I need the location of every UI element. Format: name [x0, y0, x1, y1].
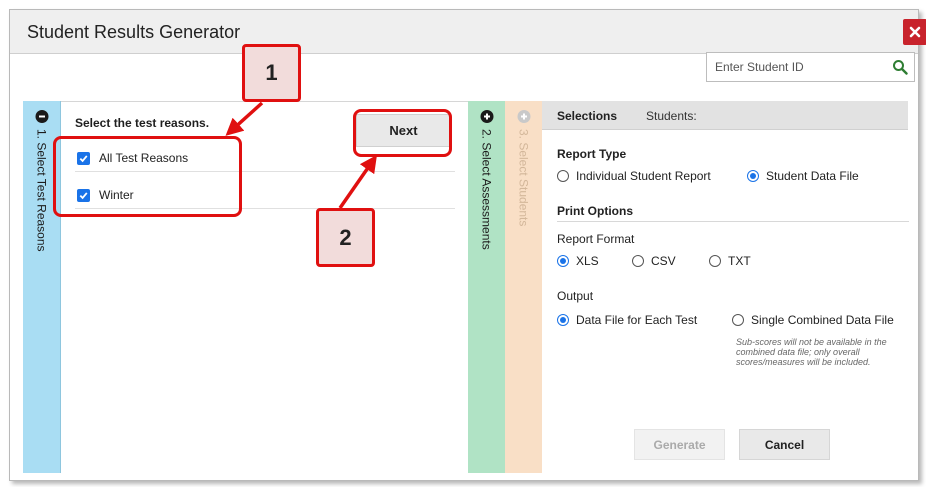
report-format-title: Report Format — [557, 232, 635, 246]
radio-selected-icon[interactable] — [557, 255, 569, 267]
generate-button[interactable]: Generate — [634, 429, 725, 460]
combined-file-note: Sub-scores will not be available in the … — [736, 337, 887, 367]
plus-circle-icon — [480, 110, 493, 123]
radio-label: Data File for Each Test — [576, 313, 698, 327]
close-icon — [909, 26, 921, 38]
callout-1: 1 — [242, 44, 301, 102]
radio-label: Individual Student Report — [576, 169, 711, 183]
print-options-title: Print Options — [557, 204, 633, 218]
dialog-title: Student Results Generator — [27, 22, 241, 42]
plus-circle-icon — [517, 110, 530, 123]
minus-circle-icon — [35, 110, 48, 123]
radio-label: Student Data File — [766, 169, 859, 183]
radio-unselected-icon[interactable] — [709, 255, 721, 267]
radio-student-data-file[interactable]: Student Data File — [747, 169, 859, 183]
radio-individual-student-report[interactable]: Individual Student Report — [557, 169, 711, 183]
highlight-test-reasons — [53, 136, 242, 217]
radio-unselected-icon[interactable] — [732, 314, 744, 326]
cancel-button[interactable]: Cancel — [739, 429, 830, 460]
radio-label: TXT — [728, 254, 751, 268]
tab-select-students[interactable]: 3. Select Students — [505, 101, 542, 473]
selections-title: Selections — [557, 109, 618, 123]
radio-format-csv[interactable]: CSV — [632, 254, 676, 268]
radio-selected-icon[interactable] — [747, 170, 759, 182]
tab-label: 2. Select Assessments — [479, 129, 494, 250]
highlight-next-button — [353, 109, 452, 157]
radio-unselected-icon[interactable] — [557, 170, 569, 182]
search-icon — [892, 60, 908, 75]
radio-single-combined-file[interactable]: Single Combined Data File — [732, 313, 894, 327]
callout-2: 2 — [316, 208, 375, 267]
selections-panel: Selections Students: Report Type Individ… — [542, 101, 909, 473]
section-divider — [557, 221, 909, 222]
radio-label: Single Combined Data File — [751, 313, 894, 327]
student-id-search-input[interactable] — [706, 52, 886, 82]
radio-data-file-each-test[interactable]: Data File for Each Test — [557, 313, 697, 327]
students-label: Students: — [646, 109, 697, 123]
output-title: Output — [557, 289, 594, 303]
tab-label: 1. Select Test Reasons — [34, 129, 49, 252]
dialog-titlebar: Student Results Generator — [10, 10, 926, 54]
close-button[interactable] — [903, 19, 926, 45]
radio-unselected-icon[interactable] — [632, 255, 644, 267]
selections-header: Selections Students: — [542, 101, 908, 130]
radio-format-txt[interactable]: TXT — [709, 254, 751, 268]
radio-label: CSV — [651, 254, 676, 268]
report-type-title: Report Type — [557, 147, 627, 161]
tab-select-assessments[interactable]: 2. Select Assessments — [468, 101, 505, 473]
radio-format-xls[interactable]: XLS — [557, 254, 599, 268]
radio-label: XLS — [576, 254, 599, 268]
panel-heading: Select the test reasons. — [75, 116, 210, 130]
radio-selected-icon[interactable] — [557, 314, 569, 326]
search-button[interactable] — [885, 52, 915, 82]
tab-label: 3. Select Students — [516, 129, 531, 227]
